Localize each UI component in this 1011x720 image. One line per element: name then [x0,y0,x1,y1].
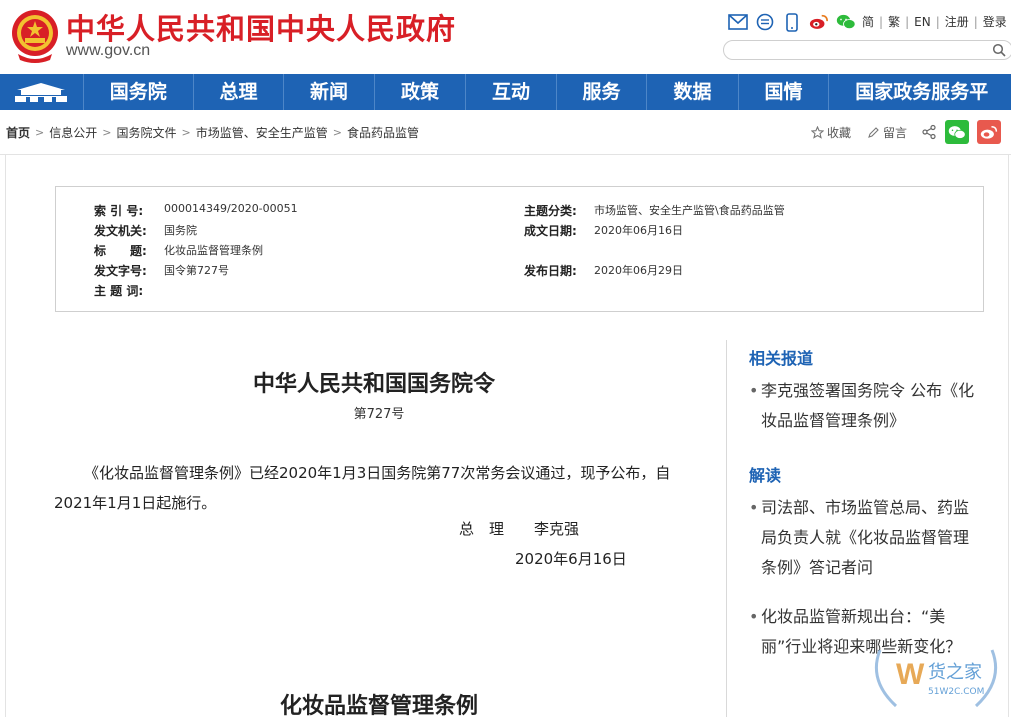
comment-label: 留言 [882,125,907,140]
breadcrumb-info-disclosure[interactable]: 信息公开 [49,124,97,141]
page-tools: 收藏 留言 [810,120,1001,144]
title-value: 化妆品监督管理条例 [164,244,263,257]
chat-icon[interactable] [755,12,775,32]
nav-premier[interactable]: 总理 [194,74,285,110]
main-nav: 国务院 总理 新闻 政策 互动 服务 数据 国情 国家政务服务平 [0,74,1011,110]
breadcrumb-council-docs[interactable]: 国务院文件 [116,124,176,141]
document-metadata: 索 引 号: 000014349/2020-00051 主题分类: 市场监管、安… [55,186,984,312]
topic-key: 主题分类: [524,204,577,218]
nav-interaction[interactable]: 互动 [466,74,557,110]
nav-policy[interactable]: 政策 [375,74,467,110]
related-link-text: 李克强签署国务院令 公布《化妆品监督管理条例》 [761,381,975,430]
pencil-icon [868,126,879,138]
bullet-icon: • [749,381,759,400]
article-title: 中华人民共和国国务院令 [252,371,495,397]
chevron-right-icon: > [332,125,342,139]
chevron-right-icon: > [181,125,191,139]
site-header: 中华人民共和国中央人民政府 www.gov.cn 简 | 繁 | EN | 注册 | 登… [0,0,1011,74]
interpret-link-2[interactable]: • 化妆品监管新规出台：“美丽”行业将迎来哪些新变化？ [749,602,981,662]
keywords-key: 主 题 词: [94,284,144,298]
favorite-label: 收藏 [826,125,851,140]
publish-date-value: 2020年06月29日 [594,264,683,277]
title-key: 标 题: [94,244,147,258]
weibo-icon [980,125,998,139]
mail-icon[interactable] [728,12,748,32]
bullet-icon: • [749,607,759,626]
bullet-icon: • [749,498,759,517]
interpret-heading: 解读 [749,466,782,485]
mobile-icon[interactable] [782,12,802,32]
chevron-right-icon: > [35,125,45,139]
publish-date-key: 发布日期: [524,264,577,278]
english-link[interactable]: EN [909,15,936,29]
register-link[interactable]: 注册 [940,13,974,30]
topic-value: 市场监管、安全生产监管\食品药品监管 [594,204,785,217]
wechat-icon[interactable] [836,12,856,32]
share-button[interactable] [921,124,937,140]
wechat-icon [948,125,966,139]
related-heading: 相关报道 [749,349,814,368]
index-value: 000014349/2020-00051 [164,202,298,215]
header-links: 简 | 繁 | EN | 注册 | 登录 [857,13,1011,30]
header-icons [728,11,856,33]
nav-services[interactable]: 服务 [557,74,648,110]
favorite-button[interactable]: 收藏 [810,124,851,141]
breadcrumb-market-regulation[interactable]: 市场监管、安全生产监管 [196,124,328,141]
breadcrumb-home[interactable]: 首页 [6,124,30,141]
index-key: 索 引 号: [94,204,144,218]
docno-value: 国令第727号 [164,264,229,277]
share-icon [922,124,936,140]
interpret-link-1[interactable]: • 司法部、市场监管总局、药监局负责人就《化妆品监督管理条例》答记者问 [749,493,981,583]
signer: 总 理 李克强 [459,520,580,538]
nav-data[interactable]: 数据 [647,74,739,110]
related-link[interactable]: • 李克强签署国务院令 公布《化妆品监督管理条例》 [749,376,981,436]
weibo-share-button[interactable] [977,120,1001,144]
chevron-right-icon: > [102,125,112,139]
weibo-icon[interactable] [809,12,829,32]
login-link[interactable]: 登录 [978,13,1011,30]
search-input[interactable] [734,43,988,61]
search-icon[interactable] [992,43,1006,57]
site-url[interactable]: www.gov.cn [66,42,150,60]
interpret-link-1-text: 司法部、市场监管总局、药监局负责人就《化妆品监督管理条例》答记者问 [761,498,970,577]
wechat-share-button[interactable] [945,120,969,144]
sidebar-divider [726,340,727,717]
comment-button[interactable]: 留言 [867,124,907,141]
traditional-link[interactable]: 繁 [883,13,905,30]
tiananmen-icon[interactable] [0,74,84,110]
nav-state-council[interactable]: 国务院 [84,74,194,110]
order-number: 第727号 [353,407,405,422]
nav-national-info[interactable]: 国情 [739,74,830,110]
search-box [723,40,1011,61]
nav-gov-service-platform[interactable]: 国家政务服务平 [829,74,1011,110]
docno-key: 发文字号: [94,264,147,278]
nav-news[interactable]: 新闻 [284,74,375,110]
interpret-link-2-text: 化妆品监管新规出台：“美丽”行业将迎来哪些新变化？ [761,607,962,656]
article-paragraph: 《化妆品监督管理条例》已经2020年1月3日国务院第77次常务会议通过，现予公布… [54,464,671,512]
breadcrumb: 首页 > 信息公开 > 国务院文件 > 市场监管、安全生产监管 > 食品药品监管… [0,110,1011,155]
issuer-value: 国务院 [164,224,197,237]
star-icon [810,125,824,139]
breadcrumb-food-drug[interactable]: 食品药品监管 [347,124,419,141]
issuer-key: 发文机关: [94,224,147,238]
simplified-link[interactable]: 简 [857,13,879,30]
national-emblem-icon[interactable] [10,8,60,64]
regulation-title: 化妆品监督管理条例 [279,693,478,719]
sign-date: 2020年6月16日 [515,550,627,568]
date-made-key: 成文日期: [524,224,577,238]
date-made-value: 2020年06月16日 [594,224,683,237]
